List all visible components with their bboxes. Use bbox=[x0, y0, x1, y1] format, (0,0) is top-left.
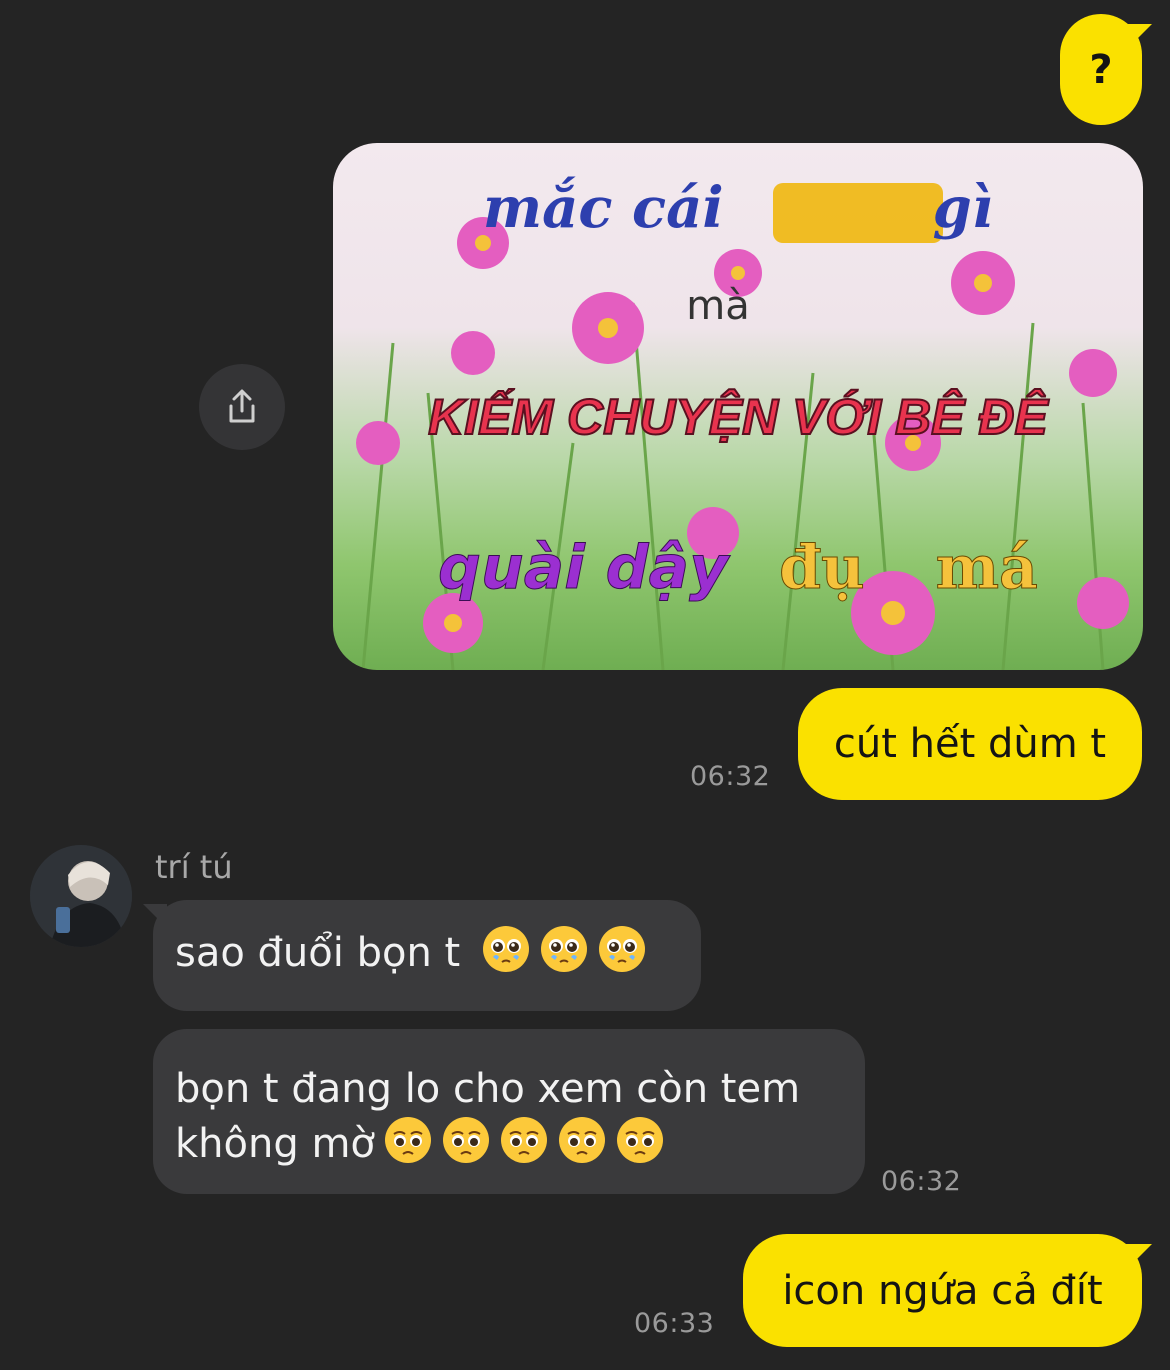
message-timestamp: 06:32 bbox=[881, 1166, 962, 1197]
image-caption-line4b: đụ bbox=[779, 533, 866, 604]
message-timestamp: 06:33 bbox=[634, 1308, 715, 1339]
sender-name: trí tú bbox=[155, 848, 233, 886]
message-text: icon ngứa cả đít bbox=[782, 1267, 1103, 1314]
pleading-face-emoji bbox=[442, 1117, 489, 1163]
sender-avatar[interactable] bbox=[30, 845, 132, 947]
share-icon bbox=[229, 389, 255, 423]
message-text: sao đuổi bọn t bbox=[175, 930, 461, 976]
pleading-face-emoji bbox=[558, 1117, 605, 1163]
share-button[interactable] bbox=[199, 364, 285, 450]
pleading-face-emoji bbox=[500, 1117, 547, 1163]
message-text: cút hết dùm t bbox=[833, 721, 1107, 767]
pleading-face-emoji bbox=[616, 1117, 663, 1163]
image-caption-line1-tail: gì bbox=[932, 175, 994, 241]
image-caption-line2: mà bbox=[686, 283, 750, 329]
bubble-tail bbox=[1126, 1244, 1152, 1270]
image-caption-line4a: quài dậy bbox=[438, 533, 729, 604]
message-bubble-incoming[interactable]: sao đuổi bọn t bbox=[143, 900, 701, 1011]
bubble-tail bbox=[143, 904, 167, 928]
message-bubble-outgoing[interactable]: cút hết dùm t bbox=[798, 688, 1142, 800]
image-message[interactable]: mắc cái gì mà KIẾM CHUYỆN VỚI BÊ ĐÊ quài… bbox=[333, 143, 1143, 670]
pleading-face-emoji bbox=[540, 926, 587, 972]
message-timestamp: 06:32 bbox=[690, 761, 771, 792]
message-text-line2: không mờ bbox=[175, 1121, 375, 1167]
pleading-face-emoji bbox=[384, 1117, 431, 1163]
message-bubble-outgoing[interactable]: ? bbox=[1060, 14, 1152, 125]
bubble-tail bbox=[1126, 24, 1152, 50]
avatar-photo bbox=[30, 845, 132, 947]
pleading-face-emoji bbox=[598, 926, 645, 972]
message-text-line1: bọn t đang lo cho xem còn tem bbox=[175, 1066, 801, 1112]
message-bubble-outgoing[interactable]: icon ngứa cả đít bbox=[743, 1234, 1152, 1347]
image-caption-line3: KIẾM CHUYỆN VỚI BÊ ĐÊ bbox=[427, 388, 1049, 446]
message-text: ? bbox=[1089, 46, 1113, 93]
pleading-face-emoji bbox=[482, 926, 529, 972]
image-caption-line1: mắc cái bbox=[482, 175, 724, 241]
message-bubble-incoming[interactable]: bọn t đang lo cho xem còn tem không mờ bbox=[153, 1029, 865, 1194]
image-caption-line4c: má bbox=[935, 533, 1038, 604]
